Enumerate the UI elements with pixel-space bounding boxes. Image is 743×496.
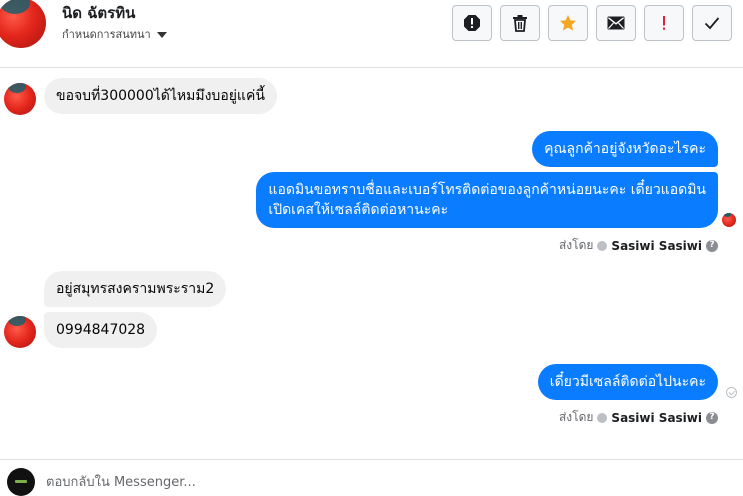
- report-spam-icon: [464, 15, 480, 31]
- message-line: แอดมินขอทราบชื่อและเบอร์โทรติดต่อของลูกค…: [268, 182, 706, 198]
- outgoing-message[interactable]: เดี๋ยวมีเซลล์ติดต่อไปนะคะ: [537, 364, 718, 400]
- outgoing-message[interactable]: คุณลูกค้าอยู่จังหวัดอะไรคะ: [532, 131, 718, 167]
- sent-by-prefix: ส่งโดย: [558, 410, 594, 424]
- mark-unread-button[interactable]: [596, 5, 636, 41]
- mark-unread-icon: [607, 16, 625, 30]
- contact-avatar-small[interactable]: [4, 316, 36, 348]
- seen-avatar-icon: [722, 213, 736, 227]
- sent-status-icon: [726, 387, 737, 398]
- page-avatar: [7, 468, 35, 496]
- assign-conversation-label: กำหนดการสนทนา: [62, 28, 151, 41]
- checkmark-icon: [597, 240, 608, 251]
- message-line: เปิดเคสให้เซลล์ติดต่อหานะคะ: [268, 202, 449, 218]
- sender-name[interactable]: Sasiwi Sasiwi: [611, 239, 702, 253]
- help-icon[interactable]: ?: [706, 239, 718, 252]
- reply-composer: [0, 459, 743, 496]
- done-button[interactable]: [692, 5, 732, 41]
- incoming-message[interactable]: อยู่สมุทรสงครามพระราม2: [44, 271, 227, 307]
- outgoing-message[interactable]: แอดมินขอทราบชื่อและเบอร์โทรติดต่อของลูกค…: [256, 172, 718, 228]
- conversation-toolbar: [452, 5, 732, 41]
- delete-button[interactable]: [500, 5, 540, 41]
- contact-name[interactable]: นิด ฉัตรทิน: [62, 1, 135, 25]
- conversation-header: นิด ฉัตรทิน กำหนดการสนทนา: [0, 0, 743, 68]
- assign-conversation-dropdown[interactable]: กำหนดการสนทนา: [62, 25, 167, 43]
- delete-icon: [513, 15, 527, 32]
- reply-input[interactable]: [46, 472, 726, 492]
- contact-avatar-small[interactable]: [4, 83, 36, 115]
- caret-down-icon: [156, 31, 167, 38]
- report-spam-button[interactable]: [452, 5, 492, 41]
- incoming-message[interactable]: ขอจบที่300000ได้ไหมมึงบอยู่แค่นี้: [44, 78, 277, 114]
- help-icon[interactable]: ?: [706, 411, 718, 424]
- important-button[interactable]: [644, 5, 684, 41]
- incoming-message[interactable]: 0994847028: [44, 312, 158, 348]
- checkmark-icon: [597, 412, 608, 423]
- important-icon: [663, 16, 665, 30]
- star-icon: [560, 15, 576, 31]
- done-checkmark-icon: [704, 17, 720, 30]
- contact-avatar[interactable]: [0, 0, 46, 48]
- star-button[interactable]: [548, 5, 588, 41]
- message-thread[interactable]: ขอจบที่300000ได้ไหมมึงบอยู่แค่นี้ คุณลูก…: [0, 69, 743, 459]
- sent-by-info: ส่งโดย Sasiwi Sasiwi ?: [559, 408, 718, 427]
- sent-by-info: ส่งโดย Sasiwi Sasiwi ?: [559, 236, 718, 255]
- sent-by-prefix: ส่งโดย: [558, 238, 594, 252]
- sender-name[interactable]: Sasiwi Sasiwi: [611, 411, 702, 425]
